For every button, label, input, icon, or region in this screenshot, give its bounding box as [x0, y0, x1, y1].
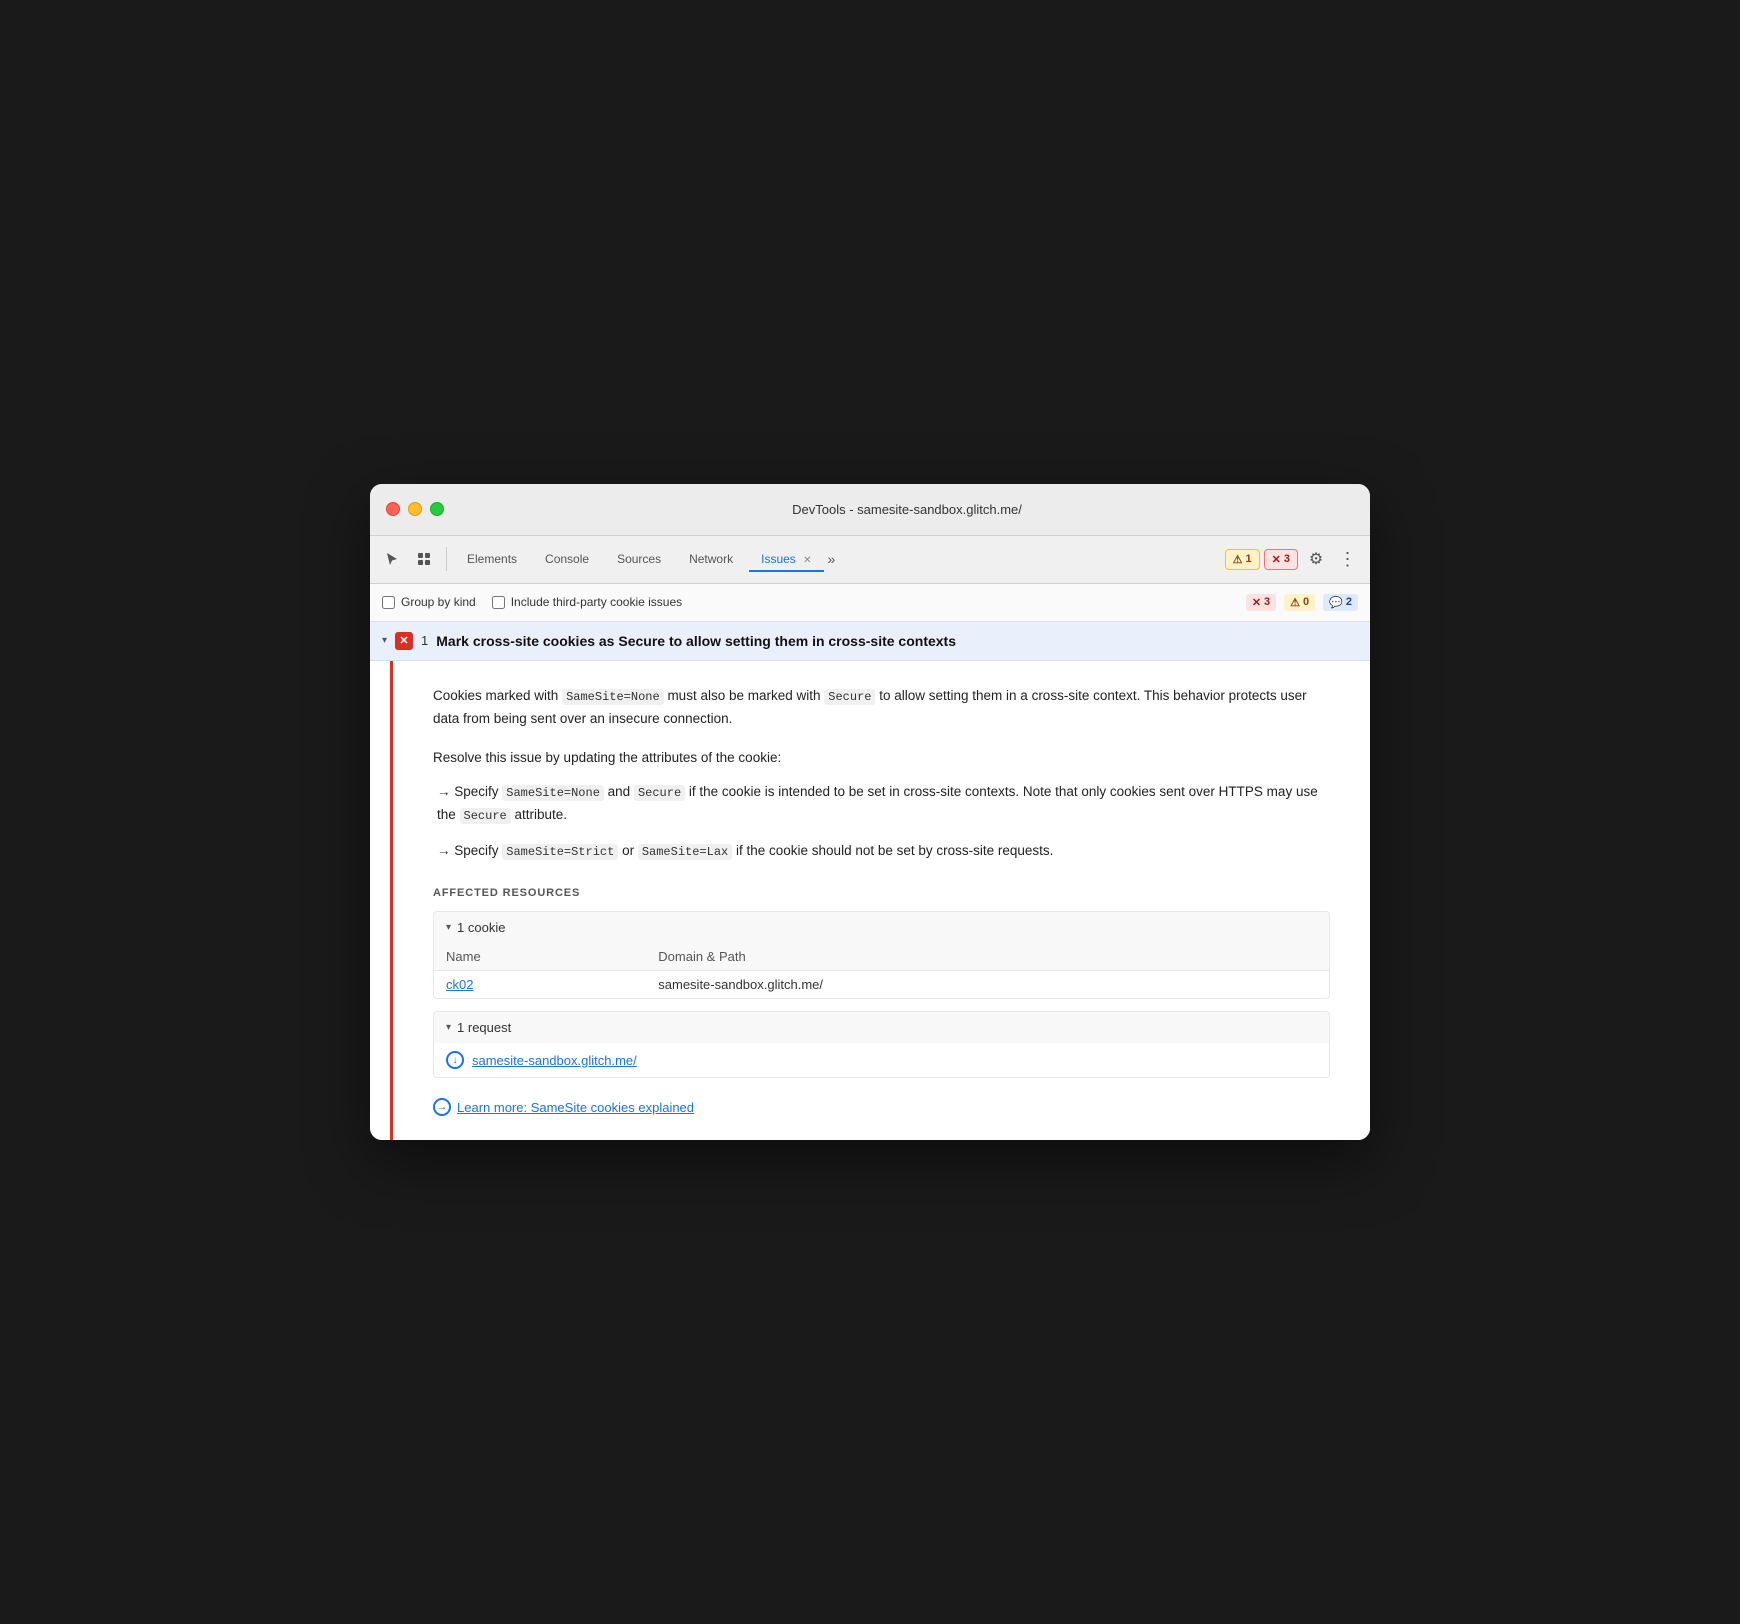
info-count-value: 2 — [1346, 596, 1352, 608]
warning-count-badge: ⚠ 0 — [1284, 594, 1315, 611]
request-arrow-icon: ↓ — [446, 1051, 464, 1069]
group-by-kind-checkbox[interactable] — [382, 596, 395, 609]
request-section-header[interactable]: ▾ 1 request — [434, 1012, 1329, 1043]
code-secure-2: Secure — [634, 785, 685, 801]
info-count-icon: 💬 — [1329, 596, 1343, 609]
third-party-label: Include third-party cookie issues — [511, 595, 682, 609]
traffic-lights — [386, 502, 444, 516]
title-bar: DevTools - samesite-sandbox.glitch.me/ — [370, 484, 1370, 536]
issue-header[interactable]: ▾ ✕ 1 Mark cross-site cookies as Secure … — [370, 622, 1370, 661]
issue-error-icon: ✕ — [395, 632, 413, 650]
learn-more-link[interactable]: Learn more: SameSite cookies explained — [457, 1100, 694, 1115]
close-button[interactable] — [386, 502, 400, 516]
error-count-icon: ✕ — [1252, 596, 1261, 609]
request-section-label: 1 request — [457, 1020, 511, 1035]
issue-body: Cookies marked with SameSite=None must a… — [390, 661, 1370, 1140]
maximize-button[interactable] — [430, 502, 444, 516]
toolbar-divider-1 — [446, 547, 447, 571]
more-tabs-button[interactable]: » — [828, 551, 836, 567]
suggestion-1: → Specify SameSite=None and Secure if th… — [433, 781, 1330, 827]
warning-badge[interactable]: ⚠ 1 — [1225, 549, 1260, 570]
layers-icon[interactable] — [410, 545, 438, 573]
resolve-intro: Resolve this issue by updating the attri… — [433, 750, 1330, 765]
cookie-section-label: 1 cookie — [457, 920, 505, 935]
code-samesite-strict: SameSite=Strict — [502, 844, 618, 860]
code-secure-1: Secure — [824, 689, 875, 705]
learn-more-section: → Learn more: SameSite cookies explained — [433, 1098, 1330, 1116]
issue-description: Cookies marked with SameSite=None must a… — [433, 685, 1330, 730]
code-secure-3: Secure — [460, 808, 511, 824]
cookie-domain-header: Domain & Path — [646, 943, 1329, 971]
learn-more-circle-icon: → — [433, 1098, 451, 1116]
filter-bar: Group by kind Include third-party cookie… — [370, 584, 1370, 622]
warning-icon: ⚠ — [1233, 553, 1243, 566]
code-samesite-none-2: SameSite=None — [502, 785, 604, 801]
arrow-icon-2: → — [437, 843, 451, 858]
warning-count-icon: ⚠ — [1290, 596, 1300, 609]
issue-chevron-icon: ▾ — [382, 635, 387, 646]
request-section: ▾ 1 request ↓ samesite-sandbox.glitch.me… — [433, 1011, 1330, 1078]
error-count-value: 3 — [1264, 596, 1270, 608]
code-samesite-lax: SameSite=Lax — [638, 844, 732, 860]
warning-count-value: 0 — [1303, 596, 1309, 608]
request-item: ↓ samesite-sandbox.glitch.me/ — [434, 1043, 1329, 1077]
issues-content: ▾ ✕ 1 Mark cross-site cookies as Secure … — [370, 622, 1370, 1140]
tab-issues[interactable]: Issues ✕ — [749, 546, 823, 572]
third-party-checkbox[interactable] — [492, 596, 505, 609]
third-party-filter[interactable]: Include third-party cookie issues — [492, 595, 682, 609]
minimize-button[interactable] — [408, 502, 422, 516]
tab-sources[interactable]: Sources — [605, 546, 673, 572]
warning-count: 1 — [1246, 553, 1252, 565]
code-samesite-none: SameSite=None — [562, 689, 664, 705]
group-by-kind-filter[interactable]: Group by kind — [382, 595, 476, 609]
cookie-domain-cell: samesite-sandbox.glitch.me/ — [646, 971, 1329, 999]
info-count-badge: 💬 2 — [1323, 594, 1358, 611]
affected-resources: AFFECTED RESOURCES ▾ 1 cookie Name Domai… — [433, 887, 1330, 1078]
arrow-icon-1: → — [437, 784, 451, 799]
cookie-chevron-icon: ▾ — [446, 922, 451, 933]
tab-console[interactable]: Console — [533, 546, 601, 572]
filter-counts: ✕ 3 ⚠ 0 💬 2 — [1246, 594, 1358, 611]
error-count-badge: ✕ 3 — [1246, 594, 1276, 611]
error-icon: ✕ — [1272, 553, 1281, 566]
request-url[interactable]: samesite-sandbox.glitch.me/ — [472, 1053, 637, 1068]
error-count: 3 — [1284, 553, 1290, 565]
cookie-row: ck02 samesite-sandbox.glitch.me/ — [434, 971, 1329, 999]
tab-close-icon[interactable]: ✕ — [803, 555, 811, 566]
window-title: DevTools - samesite-sandbox.glitch.me/ — [460, 502, 1354, 517]
error-badge[interactable]: ✕ 3 — [1264, 549, 1298, 570]
suggestion-2: → Specify SameSite=Strict or SameSite=La… — [433, 840, 1330, 863]
issue-title: Mark cross-site cookies as Secure to all… — [436, 633, 956, 649]
issue-count: 1 — [421, 633, 428, 648]
cookie-table: Name Domain & Path ck02 samesite-sandbox… — [434, 943, 1329, 998]
tab-network[interactable]: Network — [677, 546, 745, 572]
cookie-section-header[interactable]: ▾ 1 cookie — [434, 912, 1329, 943]
cookie-section: ▾ 1 cookie Name Domain & Path ck02 — [433, 911, 1330, 999]
cursor-tool-icon[interactable] — [378, 545, 406, 573]
devtools-toolbar: Elements Console Sources Network Issues … — [370, 536, 1370, 584]
tab-elements[interactable]: Elements — [455, 546, 529, 572]
group-by-kind-label: Group by kind — [401, 595, 476, 609]
settings-button[interactable]: ⚙ — [1302, 545, 1330, 573]
more-options-button[interactable]: ⋮ — [1334, 545, 1362, 573]
affected-resources-title: AFFECTED RESOURCES — [433, 887, 1330, 899]
cookie-name-cell[interactable]: ck02 — [434, 971, 646, 999]
devtools-window: DevTools - samesite-sandbox.glitch.me/ E… — [370, 484, 1370, 1140]
request-chevron-icon: ▾ — [446, 1022, 451, 1033]
cookie-name-header: Name — [434, 943, 646, 971]
